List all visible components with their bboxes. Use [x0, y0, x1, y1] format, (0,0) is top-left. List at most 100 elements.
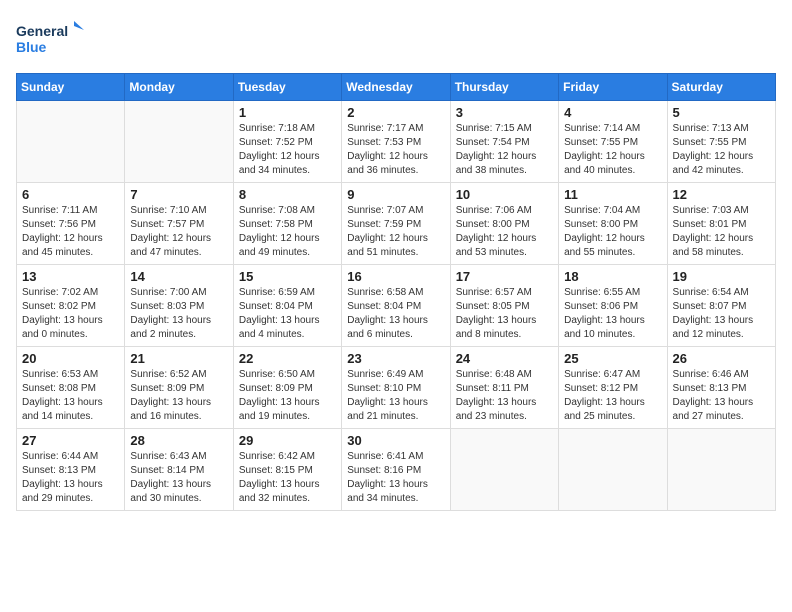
day-number: 17 — [456, 269, 553, 284]
day-info: Sunrise: 6:58 AM Sunset: 8:04 PM Dayligh… — [347, 286, 444, 342]
day-info: Sunrise: 7:02 AM Sunset: 8:02 PM Dayligh… — [22, 286, 119, 342]
calendar-cell: 8 Sunrise: 7:08 AM Sunset: 7:58 PM Daylig… — [233, 183, 341, 265]
calendar-cell — [125, 101, 233, 183]
calendar-cell — [667, 429, 775, 511]
day-number: 10 — [456, 187, 553, 202]
calendar-cell: 14 Sunrise: 7:00 AM Sunset: 8:03 PM Dayli… — [125, 265, 233, 347]
calendar-cell: 5Sunrise: 7:13 AM Sunset: 7:55 PM Daylig… — [667, 101, 775, 183]
calendar-cell: 27 Sunrise: 6:44 AM Sunset: 8:13 PM Dayli… — [17, 429, 125, 511]
day-info: Sunrise: 7:07 AM Sunset: 7:59 PM Dayligh… — [347, 204, 444, 260]
calendar-cell: 25Sunrise: 6:47 AM Sunset: 8:12 PM Dayli… — [559, 347, 667, 429]
calendar-week-row: 1 Sunrise: 7:18 AM Sunset: 7:52 PM Daylig… — [17, 101, 776, 183]
day-number: 19 — [673, 269, 770, 284]
calendar-cell: 15 Sunrise: 6:59 AM Sunset: 8:04 PM Dayli… — [233, 265, 341, 347]
logo: General Blue — [16, 16, 86, 61]
day-number: 12 — [673, 187, 770, 202]
weekday-header: Saturday — [667, 74, 775, 101]
day-number: 6 — [22, 187, 119, 202]
page-header: General Blue — [16, 16, 776, 61]
calendar-cell: 3 Sunrise: 7:15 AM Sunset: 7:54 PM Daylig… — [450, 101, 558, 183]
day-number: 22 — [239, 351, 336, 366]
day-number: 28 — [130, 433, 227, 448]
day-number: 21 — [130, 351, 227, 366]
weekday-header: Thursday — [450, 74, 558, 101]
svg-text:Blue: Blue — [16, 39, 47, 55]
day-number: 29 — [239, 433, 336, 448]
day-number: 14 — [130, 269, 227, 284]
day-info: Sunrise: 6:55 AM Sunset: 8:06 PM Dayligh… — [564, 286, 661, 342]
day-number: 30 — [347, 433, 444, 448]
day-info: Sunrise: 7:15 AM Sunset: 7:54 PM Dayligh… — [456, 122, 553, 178]
calendar-cell — [17, 101, 125, 183]
day-info: Sunrise: 6:41 AM Sunset: 8:16 PM Dayligh… — [347, 450, 444, 506]
day-info: Sunrise: 7:18 AM Sunset: 7:52 PM Dayligh… — [239, 122, 336, 178]
day-info: Sunrise: 6:57 AM Sunset: 8:05 PM Dayligh… — [456, 286, 553, 342]
day-info: Sunrise: 6:50 AM Sunset: 8:09 PM Dayligh… — [239, 368, 336, 424]
calendar-cell: 6 Sunrise: 7:11 AM Sunset: 7:56 PM Daylig… — [17, 183, 125, 265]
calendar-cell — [450, 429, 558, 511]
day-number: 4 — [564, 105, 661, 120]
day-number: 26 — [673, 351, 770, 366]
day-number: 9 — [347, 187, 444, 202]
weekday-header: Wednesday — [342, 74, 450, 101]
day-number: 3 — [456, 105, 553, 120]
day-info: Sunrise: 6:54 AM Sunset: 8:07 PM Dayligh… — [673, 286, 770, 342]
day-info: Sunrise: 6:42 AM Sunset: 8:15 PM Dayligh… — [239, 450, 336, 506]
calendar-cell: 26 Sunrise: 6:46 AM Sunset: 8:13 PM Dayli… — [667, 347, 775, 429]
calendar-cell: 11 Sunrise: 7:04 AM Sunset: 8:00 PM Dayli… — [559, 183, 667, 265]
calendar-cell: 30 Sunrise: 6:41 AM Sunset: 8:16 PM Dayli… — [342, 429, 450, 511]
calendar-cell: 24 Sunrise: 6:48 AM Sunset: 8:11 PM Dayli… — [450, 347, 558, 429]
calendar-cell: 1 Sunrise: 7:18 AM Sunset: 7:52 PM Daylig… — [233, 101, 341, 183]
weekday-header: Tuesday — [233, 74, 341, 101]
svg-text:General: General — [16, 23, 68, 39]
day-info: Sunrise: 7:11 AM Sunset: 7:56 PM Dayligh… — [22, 204, 119, 260]
calendar-cell: 13 Sunrise: 7:02 AM Sunset: 8:02 PM Dayli… — [17, 265, 125, 347]
weekday-header-row: SundayMondayTuesdayWednesdayThursdayFrid… — [17, 74, 776, 101]
calendar-cell: 18Sunrise: 6:55 AM Sunset: 8:06 PM Dayli… — [559, 265, 667, 347]
day-info: Sunrise: 7:00 AM Sunset: 8:03 PM Dayligh… — [130, 286, 227, 342]
calendar-cell: 10Sunrise: 7:06 AM Sunset: 8:00 PM Dayli… — [450, 183, 558, 265]
day-info: Sunrise: 6:49 AM Sunset: 8:10 PM Dayligh… — [347, 368, 444, 424]
day-number: 20 — [22, 351, 119, 366]
day-number: 15 — [239, 269, 336, 284]
calendar-week-row: 13 Sunrise: 7:02 AM Sunset: 8:02 PM Dayli… — [17, 265, 776, 347]
day-number: 27 — [22, 433, 119, 448]
day-info: Sunrise: 7:10 AM Sunset: 7:57 PM Dayligh… — [130, 204, 227, 260]
day-number: 13 — [22, 269, 119, 284]
day-number: 8 — [239, 187, 336, 202]
day-number: 1 — [239, 105, 336, 120]
day-number: 16 — [347, 269, 444, 284]
day-info: Sunrise: 7:03 AM Sunset: 8:01 PM Dayligh… — [673, 204, 770, 260]
day-info: Sunrise: 6:43 AM Sunset: 8:14 PM Dayligh… — [130, 450, 227, 506]
calendar-table: SundayMondayTuesdayWednesdayThursdayFrid… — [16, 73, 776, 511]
calendar-cell: 21Sunrise: 6:52 AM Sunset: 8:09 PM Dayli… — [125, 347, 233, 429]
calendar-cell: 12 Sunrise: 7:03 AM Sunset: 8:01 PM Dayli… — [667, 183, 775, 265]
calendar-cell: 17 Sunrise: 6:57 AM Sunset: 8:05 PM Dayli… — [450, 265, 558, 347]
calendar-cell: 9 Sunrise: 7:07 AM Sunset: 7:59 PM Daylig… — [342, 183, 450, 265]
day-number: 24 — [456, 351, 553, 366]
day-info: Sunrise: 6:59 AM Sunset: 8:04 PM Dayligh… — [239, 286, 336, 342]
weekday-header: Sunday — [17, 74, 125, 101]
day-number: 25 — [564, 351, 661, 366]
day-info: Sunrise: 6:46 AM Sunset: 8:13 PM Dayligh… — [673, 368, 770, 424]
calendar-cell: 22 Sunrise: 6:50 AM Sunset: 8:09 PM Dayli… — [233, 347, 341, 429]
day-info: Sunrise: 6:48 AM Sunset: 8:11 PM Dayligh… — [456, 368, 553, 424]
calendar-cell: 16 Sunrise: 6:58 AM Sunset: 8:04 PM Dayli… — [342, 265, 450, 347]
day-info: Sunrise: 7:04 AM Sunset: 8:00 PM Dayligh… — [564, 204, 661, 260]
weekday-header: Friday — [559, 74, 667, 101]
calendar-cell: 29 Sunrise: 6:42 AM Sunset: 8:15 PM Dayli… — [233, 429, 341, 511]
calendar-cell: 2Sunrise: 7:17 AM Sunset: 7:53 PM Daylig… — [342, 101, 450, 183]
calendar-week-row: 27 Sunrise: 6:44 AM Sunset: 8:13 PM Dayli… — [17, 429, 776, 511]
logo-svg: General Blue — [16, 16, 86, 61]
day-number: 2 — [347, 105, 444, 120]
day-number: 7 — [130, 187, 227, 202]
weekday-header: Monday — [125, 74, 233, 101]
day-info: Sunrise: 7:08 AM Sunset: 7:58 PM Dayligh… — [239, 204, 336, 260]
day-number: 11 — [564, 187, 661, 202]
calendar-cell: 4Sunrise: 7:14 AM Sunset: 7:55 PM Daylig… — [559, 101, 667, 183]
calendar-cell: 19 Sunrise: 6:54 AM Sunset: 8:07 PM Dayli… — [667, 265, 775, 347]
day-info: Sunrise: 6:44 AM Sunset: 8:13 PM Dayligh… — [22, 450, 119, 506]
calendar-week-row: 6 Sunrise: 7:11 AM Sunset: 7:56 PM Daylig… — [17, 183, 776, 265]
calendar-cell: 28 Sunrise: 6:43 AM Sunset: 8:14 PM Dayli… — [125, 429, 233, 511]
day-info: Sunrise: 7:13 AM Sunset: 7:55 PM Dayligh… — [673, 122, 770, 178]
